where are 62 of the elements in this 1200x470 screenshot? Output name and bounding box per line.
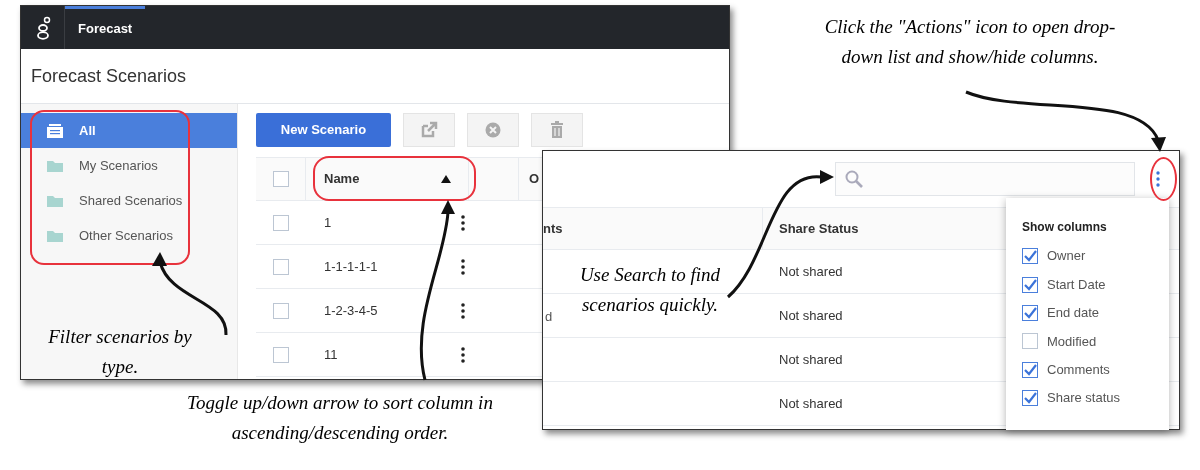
- folder-icon: [46, 193, 64, 208]
- column-header[interactable]: Share Status: [763, 218, 859, 239]
- table-cell-text: Not shared: [778, 394, 843, 413]
- table-cell-text: 1-1-1-1-1: [323, 257, 379, 276]
- kebab-icon: [461, 258, 465, 275]
- new-scenario-button[interactable]: New Scenario: [256, 113, 391, 147]
- checkbox[interactable]: [273, 258, 289, 275]
- menu-item[interactable]: End date: [1047, 303, 1100, 323]
- cancel-icon: [483, 120, 503, 140]
- sidebar-item[interactable]: My Scenarios: [21, 148, 237, 183]
- more-button[interactable]: [461, 214, 465, 231]
- table-cell-text: 1: [323, 213, 333, 232]
- menu-item[interactable]: Start Date: [1047, 274, 1106, 295]
- kebab-icon: [461, 214, 465, 231]
- checkbox[interactable]: [273, 302, 289, 319]
- kebab-icon: [461, 346, 465, 363]
- table-cell: d: [545, 308, 553, 324]
- logo-icon: [34, 15, 51, 40]
- checkbox[interactable]: [273, 214, 289, 231]
- checkbox[interactable]: [1022, 390, 1038, 407]
- menu-item[interactable]: Share status: [1047, 388, 1120, 408]
- search-icon: [844, 169, 864, 189]
- checkbox[interactable]: [1022, 333, 1038, 350]
- more-button[interactable]: [461, 258, 465, 275]
- kebab-icon: [1156, 171, 1160, 187]
- menu-item[interactable]: Modified: [1047, 331, 1097, 352]
- checkbox[interactable]: [1022, 361, 1038, 378]
- folder-icon: [46, 158, 64, 173]
- table-cell-text: 11: [323, 345, 339, 364]
- sidebar-item[interactable]: All: [21, 113, 237, 148]
- menu-title: Show columns: [1022, 219, 1108, 236]
- checkbox[interactable]: [1022, 276, 1038, 293]
- sidebar-item[interactable]: Other Scenarios: [21, 218, 237, 253]
- nav-tab[interactable]: Forecast: [65, 6, 146, 49]
- table-cell-text: Not shared: [778, 306, 843, 325]
- page-title: Forecast Scenarios: [31, 64, 187, 88]
- column-header[interactable]: O: [519, 169, 540, 189]
- folder-icon: [46, 228, 64, 243]
- kebab-icon: [461, 302, 465, 319]
- sort-up-icon: [441, 175, 451, 183]
- annotation-text: Filter scenarios by type.: [47, 325, 193, 379]
- column-header[interactable]: Name: [306, 158, 469, 200]
- menu-item[interactable]: Owner: [1047, 246, 1086, 266]
- menu-item[interactable]: Comments: [1047, 360, 1110, 380]
- checkbox[interactable]: [1022, 304, 1038, 321]
- table-cell-text: Not shared: [778, 262, 843, 281]
- table-cell-text: 1-2-3-4-5: [323, 301, 379, 320]
- table-cell-text: Not shared: [778, 350, 843, 369]
- annotation-text: Click the "Actions" icon to open drop- down list and show/hide columns.: [823, 15, 1117, 69]
- annotation-text: Toggle up/down arrow to sort column in ascending/descending order.: [186, 391, 494, 445]
- export-icon: [419, 120, 439, 140]
- column-header[interactable]: nts: [543, 208, 763, 249]
- annotation-text: Use Search to find scenarios quickly.: [578, 263, 722, 317]
- checkbox[interactable]: [273, 346, 289, 363]
- sidebar-item[interactable]: Shared Scenarios: [21, 183, 237, 218]
- more-button[interactable]: [461, 346, 465, 363]
- search-field[interactable]: [835, 162, 1135, 196]
- more-button[interactable]: [461, 302, 465, 319]
- highlight-outline: [1150, 157, 1177, 201]
- stack-icon: [46, 122, 64, 139]
- checkbox[interactable]: [1022, 248, 1038, 265]
- checkbox[interactable]: [272, 171, 289, 187]
